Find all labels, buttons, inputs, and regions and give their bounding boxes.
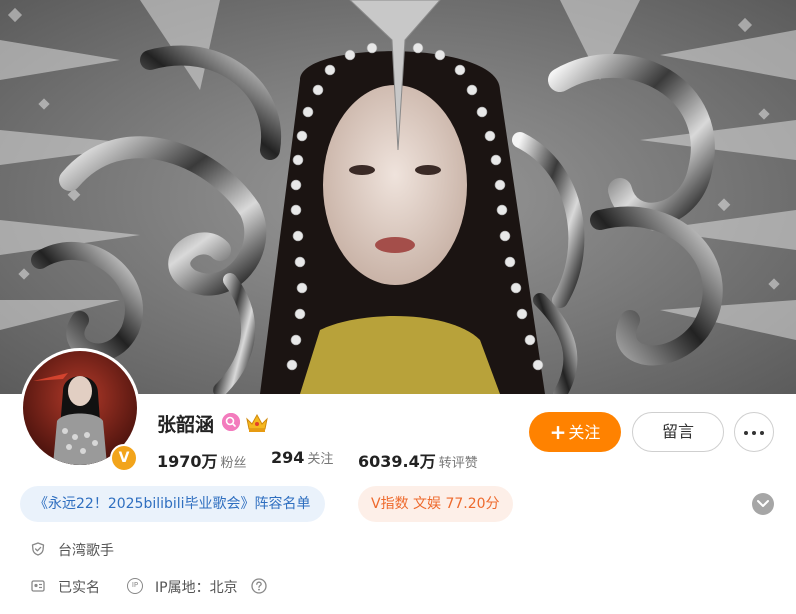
id-card-icon bbox=[31, 580, 45, 592]
interactions-count: 6039.4万 bbox=[358, 452, 436, 471]
interactions-stat[interactable]: 6039.4万 转评赞 bbox=[358, 448, 478, 472]
shield-icon bbox=[31, 542, 45, 556]
crown-badge-icon[interactable] bbox=[245, 411, 269, 433]
verified-badge-icon: V bbox=[110, 444, 138, 472]
more-dots-icon[interactable] bbox=[734, 412, 774, 452]
real-name-text: 已实名 bbox=[58, 580, 100, 596]
follow-label: 关注 bbox=[568, 423, 601, 442]
pink-circle-badge-icon[interactable] bbox=[222, 413, 240, 431]
ip-icon: IP bbox=[127, 578, 143, 594]
help-icon[interactable] bbox=[251, 578, 267, 594]
following-stat[interactable]: 294 关注 bbox=[271, 448, 333, 467]
message-button[interactable]: 留言 bbox=[632, 412, 724, 452]
followers-count: 1970万 bbox=[157, 452, 218, 471]
expand-chevron-icon[interactable] bbox=[752, 493, 774, 515]
following-count: 294 bbox=[271, 448, 305, 467]
follow-button[interactable]: + 关注 bbox=[529, 412, 621, 452]
followers-label: 粉丝 bbox=[220, 456, 247, 471]
interactions-label: 转评赞 bbox=[438, 456, 478, 471]
profile-name: 张韶涵 bbox=[157, 414, 215, 436]
profile-cover-image bbox=[0, 0, 796, 394]
title-text: 台湾歌手 bbox=[58, 543, 114, 559]
plus-icon: + bbox=[549, 420, 567, 444]
ip-location-text: IP属地：北京 bbox=[155, 580, 238, 596]
event-tag[interactable]: 《永远22！2025bilibili毕业歌会》阵容名单 bbox=[20, 486, 325, 522]
v-index-tag[interactable]: V指数 文娱 77.20分 bbox=[358, 486, 513, 522]
followers-stat[interactable]: 1970万 粉丝 bbox=[157, 448, 247, 472]
following-label: 关注 bbox=[307, 452, 334, 467]
